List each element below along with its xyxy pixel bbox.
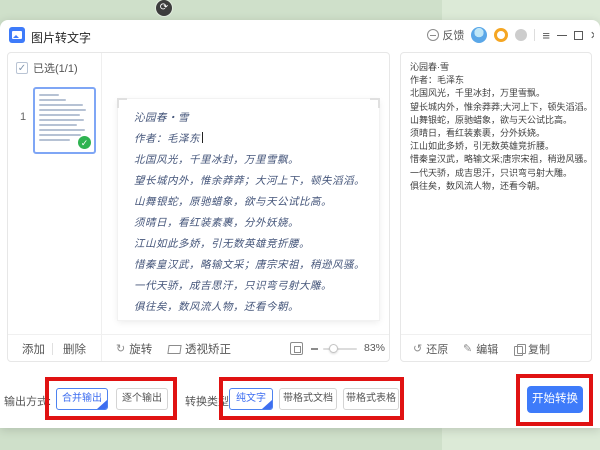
inactive-badge-icon[interactable] <box>515 29 527 41</box>
copy-button[interactable]: 复制 <box>514 341 550 357</box>
menu-button[interactable]: ≡ <box>542 29 550 42</box>
perspective-icon <box>167 345 181 354</box>
ocr-line: 一代天骄，成吉思汗，只识弯弓射大雕。 <box>410 167 587 180</box>
feedback-label: 反馈 <box>442 27 464 43</box>
select-all-checkbox[interactable]: ✓ <box>16 62 28 74</box>
edit-button[interactable]: ✎ 编辑 <box>463 341 498 357</box>
rotate-icon: ↻ <box>116 344 125 355</box>
merge-output-button[interactable]: 合并输出 <box>56 388 108 410</box>
feedback-button[interactable]: 反馈 <box>427 27 464 43</box>
poem-line: 一代天骄，成吉思汗，只识弯弓射大雕。 <box>134 276 373 297</box>
start-convert-button[interactable]: 开始转换 <box>527 386 583 413</box>
thumbnail-item[interactable]: ✓ <box>33 87 96 154</box>
ocr-line: 北国风光，千里冰封，万里雪飘。 <box>410 87 587 100</box>
rotate-label: 旋转 <box>129 341 152 357</box>
vip-badge-icon[interactable] <box>494 28 508 42</box>
rotate-button[interactable]: ↻ 旋转 <box>116 341 152 357</box>
poem-line: 作者：毛泽东 <box>134 129 373 150</box>
titlebar-controls: 反馈 ≡ ✕ <box>427 20 594 50</box>
ocr-line: 沁园春·雪 <box>410 61 587 74</box>
poem-line: 俱往矣，数风流人物，还看今朝。 <box>134 297 373 318</box>
restore-label: 还原 <box>426 341 448 357</box>
maximize-button[interactable] <box>574 31 583 40</box>
crop-corner-icon <box>117 98 127 108</box>
poem-line: 须晴日，看红装素裹，分外妖娆。 <box>134 213 373 234</box>
poem-line: 北国风光，千里冰封，万里雪飘。 <box>134 150 373 171</box>
minimize-button[interactable] <box>557 35 567 36</box>
output-mode-label: 输出方式: <box>4 393 51 409</box>
crop-corner-icon <box>370 98 380 108</box>
formatted-table-button[interactable]: 带格式表格 <box>343 388 399 410</box>
ocr-line: 望长城内外，惟余莽莽;大河上下，顿失滔滔。 <box>410 101 587 114</box>
ocr-result-text: 沁园春·雪作者：毛泽东北国风光，千里冰封，万里雪飘。望长城内外，惟余莽莽;大河上… <box>410 61 587 193</box>
selected-count-label: 已选(1/1) <box>33 60 78 76</box>
delete-button[interactable]: 删除 <box>63 341 86 357</box>
delete-label: 删除 <box>63 341 86 357</box>
copy-icon <box>514 344 524 355</box>
add-label: 添加 <box>22 341 45 357</box>
workspace-panel: ✓ 已选(1/1) 1 ✓ 沁园春・雪作者：毛泽东北国风光，千里冰封，万里雪飘。… <box>7 52 390 362</box>
thumbnail-index: 1 <box>20 111 26 123</box>
toolbar-divider <box>52 343 53 355</box>
formatted-doc-button[interactable]: 带格式文档 <box>279 388 337 410</box>
preview-toolbar: 添加 删除 ↻ 旋转 透视矫正 83% <box>8 334 389 361</box>
user-avatar[interactable] <box>471 27 487 43</box>
select-all-row[interactable]: ✓ 已选(1/1) <box>16 60 78 76</box>
ocr-line: 俱往矣，数风流人物，还看今朝。 <box>410 180 587 193</box>
app-icon <box>9 27 25 43</box>
ocr-line: 须晴日，看红装素裹，分外妖娆。 <box>410 127 587 140</box>
plain-text-button[interactable]: 纯文字 <box>229 388 273 410</box>
edit-label: 编辑 <box>476 341 498 357</box>
restore-button[interactable]: ↺ 还原 <box>413 341 448 357</box>
ocr-line: 惜秦皇汉武，略输文采;唐宗宋祖，稍逊风骚。 <box>410 153 587 166</box>
edit-icon: ✎ <box>463 344 472 355</box>
feedback-bubble-icon <box>427 29 439 41</box>
convert-type-label: 转换类型: <box>185 393 232 409</box>
poem-line: 沁园春・雪 <box>134 108 373 129</box>
ocr-line: 作者：毛泽东 <box>410 74 587 87</box>
close-button[interactable]: ✕ <box>590 29 594 42</box>
zoom-slider-handle[interactable] <box>329 344 338 353</box>
app-title: 图片转文字 <box>31 29 91 46</box>
fit-to-window-icon[interactable] <box>290 342 303 355</box>
ocr-line: 山舞银蛇，原驰蜡象，欲与天公试比高。 <box>410 114 587 127</box>
individual-output-button[interactable]: 逐个输出 <box>116 388 168 410</box>
titlebar-divider <box>534 29 535 41</box>
panel-divider <box>101 53 102 361</box>
result-panel: 沁园春·雪作者：毛泽东北国风光，千里冰封，万里雪飘。望长城内外，惟余莽莽;大河上… <box>400 52 592 362</box>
poem-preview-text: 沁园春・雪作者：毛泽东北国风光，千里冰封，万里雪飘。望长城内外，惟余莽莽；大河上… <box>134 108 373 318</box>
screen-cursor-indicator-icon: ⟳ <box>156 0 172 16</box>
poem-line: 望长城内外，惟余莽莽；大河上下，顿失滔滔。 <box>134 171 373 192</box>
poem-line: 江山如此多娇，引无数英雄竞折腰。 <box>134 234 373 255</box>
zoom-out-button[interactable] <box>311 348 318 350</box>
perspective-correct-button[interactable]: 透视矫正 <box>168 341 231 357</box>
restore-icon: ↺ <box>413 344 422 355</box>
add-button[interactable]: 添加 <box>22 341 45 357</box>
ocr-line: 江山如此多娇，引无数英雄竞折腰。 <box>410 140 587 153</box>
poem-line: 山舞银蛇，原驰蜡象，欲与天公试比高。 <box>134 192 373 213</box>
thumbnail-selected-check-icon: ✓ <box>77 135 92 150</box>
result-toolbar: ↺ 还原 ✎ 编辑 复制 <box>401 334 591 361</box>
perspective-label: 透视矫正 <box>185 341 231 357</box>
zoom-percent-label: 83% <box>364 342 385 354</box>
poem-line: 惜秦皇汉武，略输文采；唐宗宋祖，稍逊风骚。 <box>134 255 373 276</box>
copy-label: 复制 <box>528 341 550 357</box>
image-preview[interactable]: 沁园春・雪作者：毛泽东北国风光，千里冰封，万里雪飘。望长城内外，惟余莽莽；大河上… <box>118 99 379 320</box>
